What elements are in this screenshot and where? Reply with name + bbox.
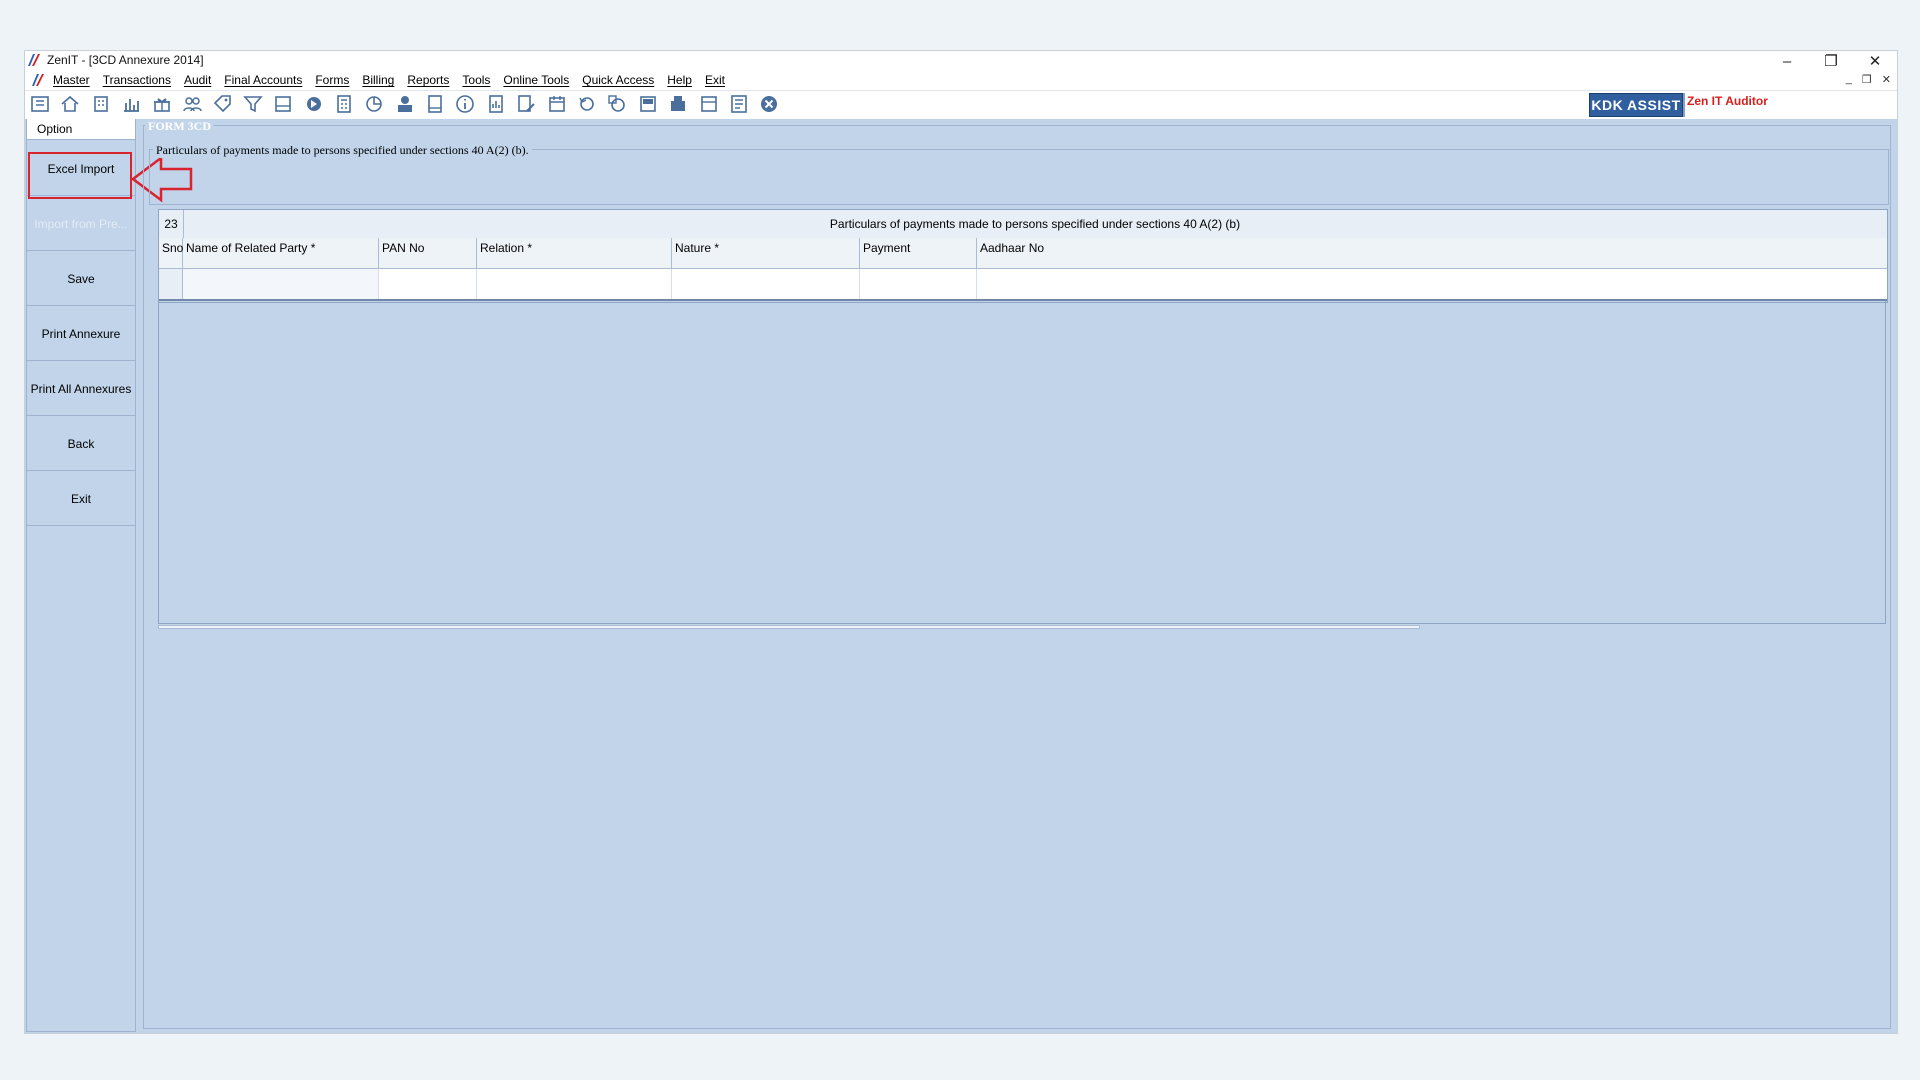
cell-payment[interactable] — [860, 269, 977, 299]
exit-button[interactable]: Exit — [27, 472, 135, 526]
zenit-menu-icon[interactable] — [31, 73, 45, 87]
scrollbar-thumb[interactable] — [158, 625, 1420, 629]
form-legend: FORM 3CD — [145, 119, 214, 134]
menu-master[interactable]: Master — [53, 73, 90, 87]
restore-button[interactable]: ❐ — [1809, 51, 1853, 71]
menu-billing[interactable]: Billing — [362, 73, 394, 87]
cell-nature[interactable] — [672, 269, 860, 299]
menu-forms[interactable]: Forms — [315, 73, 349, 87]
grid-empty-area — [158, 301, 1886, 623]
gift-icon[interactable] — [151, 93, 173, 115]
menu-help[interactable]: Help — [667, 73, 692, 87]
refresh-icon[interactable] — [606, 93, 628, 115]
book-icon[interactable] — [424, 93, 446, 115]
bs-building-icon[interactable] — [667, 93, 689, 115]
print-annexure-button[interactable]: Print Annexure — [27, 307, 135, 361]
horizontal-scrollbar[interactable] — [158, 623, 1886, 630]
col-name-of-related-party[interactable]: Name of Related Party * — [183, 238, 379, 268]
close-circle-icon[interactable] — [758, 93, 780, 115]
option-header: Option — [27, 119, 135, 140]
app-window: ZenIT - [3CD Annexure 2014] – ❐ ✕ Master… — [24, 50, 1898, 1034]
menu-final-accounts[interactable]: Final Accounts — [224, 73, 302, 87]
main-content: Option Excel Import Import from Pre... S… — [25, 119, 1897, 1033]
3cd-icon[interactable] — [698, 93, 720, 115]
print-all-annexures-button[interactable]: Print All Annexures — [27, 362, 135, 416]
tax-icon[interactable] — [272, 93, 294, 115]
pie-chart-icon[interactable] — [363, 93, 385, 115]
menu-audit[interactable]: Audit — [184, 73, 211, 87]
cycle-icon[interactable] — [576, 93, 598, 115]
building-icon[interactable] — [90, 93, 112, 115]
tag-icon[interactable] — [211, 93, 233, 115]
col-relation[interactable]: Relation * — [477, 238, 672, 268]
menu-exit[interactable]: Exit — [705, 73, 725, 87]
mdi-close-button[interactable]: ✕ — [1882, 73, 1891, 86]
cell-relation[interactable] — [477, 269, 672, 299]
pay-icon[interactable] — [394, 93, 416, 115]
grid-title: Particulars of payments made to persons … — [829, 217, 1241, 231]
minimize-button[interactable]: – — [1765, 51, 1809, 71]
bar-chart-icon[interactable] — [120, 93, 142, 115]
bs-icon[interactable] — [637, 93, 659, 115]
close-button[interactable]: ✕ — [1853, 51, 1897, 71]
menu-online-tools[interactable]: Online Tools — [503, 73, 569, 87]
col-nature[interactable]: Nature * — [672, 238, 860, 268]
option-header-label: Option — [37, 122, 73, 136]
table-row[interactable] — [159, 269, 1887, 301]
zen-it-auditor-link[interactable]: Zen IT Auditor — [1687, 94, 1768, 108]
grid-header-row: Sno Name of Related Party * PAN No Relat… — [159, 238, 1887, 269]
cell-sno[interactable] — [159, 269, 183, 299]
highlight-box — [28, 152, 132, 199]
import-from-previous-button[interactable]: Import from Pre... — [27, 197, 135, 251]
report-icon[interactable] — [485, 93, 507, 115]
filter-icon[interactable] — [242, 93, 264, 115]
form-icon[interactable] — [728, 93, 750, 115]
mdi-restore-button[interactable]: ❐ — [1862, 73, 1872, 86]
kdk-assist-button[interactable]: KDK ASSIST — [1589, 93, 1683, 117]
cell-aadhaar-no[interactable] — [977, 269, 1887, 299]
cell-pan-no[interactable] — [379, 269, 477, 299]
col-sno[interactable]: Sno — [159, 238, 183, 268]
menu-reports[interactable]: Reports — [407, 73, 449, 87]
payments-grid: 23 Particulars of payments made to perso… — [158, 209, 1888, 303]
menu-bar: Master Transactions Audit Final Accounts… — [25, 71, 1897, 91]
mdi-minimize-button[interactable]: _ — [1846, 73, 1852, 86]
menu-tools[interactable]: Tools — [462, 73, 490, 87]
grid-clause-number: 23 — [159, 210, 184, 238]
col-payment[interactable]: Payment — [860, 238, 977, 268]
menu-transactions[interactable]: Transactions — [103, 73, 171, 87]
col-aadhaar-no[interactable]: Aadhaar No — [977, 238, 1887, 268]
forward-icon[interactable] — [303, 93, 325, 115]
home-icon[interactable] — [59, 93, 81, 115]
title-bar: ZenIT - [3CD Annexure 2014] – ❐ ✕ — [25, 51, 1897, 71]
save-button[interactable]: Save — [27, 252, 135, 306]
back-button[interactable]: Back — [27, 417, 135, 471]
users-icon[interactable] — [181, 93, 203, 115]
calculator-icon[interactable] — [333, 93, 355, 115]
zenit-logo-icon — [27, 53, 41, 67]
option-panel: Option Excel Import Import from Pre... S… — [26, 119, 136, 1032]
grid-title-bar: 23 Particulars of payments made to perso… — [159, 210, 1887, 239]
col-pan-no[interactable]: PAN No — [379, 238, 477, 268]
edit-document-icon[interactable] — [515, 93, 537, 115]
kdk-separator — [1683, 93, 1685, 117]
window-title: ZenIT - [3CD Annexure 2014] — [47, 53, 204, 67]
menu-quick-access[interactable]: Quick Access — [582, 73, 654, 87]
ledger-icon[interactable] — [29, 93, 51, 115]
section-title: Particulars of payments made to persons … — [153, 143, 532, 158]
cell-name-of-related-party[interactable] — [183, 269, 379, 299]
info-icon[interactable] — [454, 93, 476, 115]
calendar-icon[interactable] — [546, 93, 568, 115]
